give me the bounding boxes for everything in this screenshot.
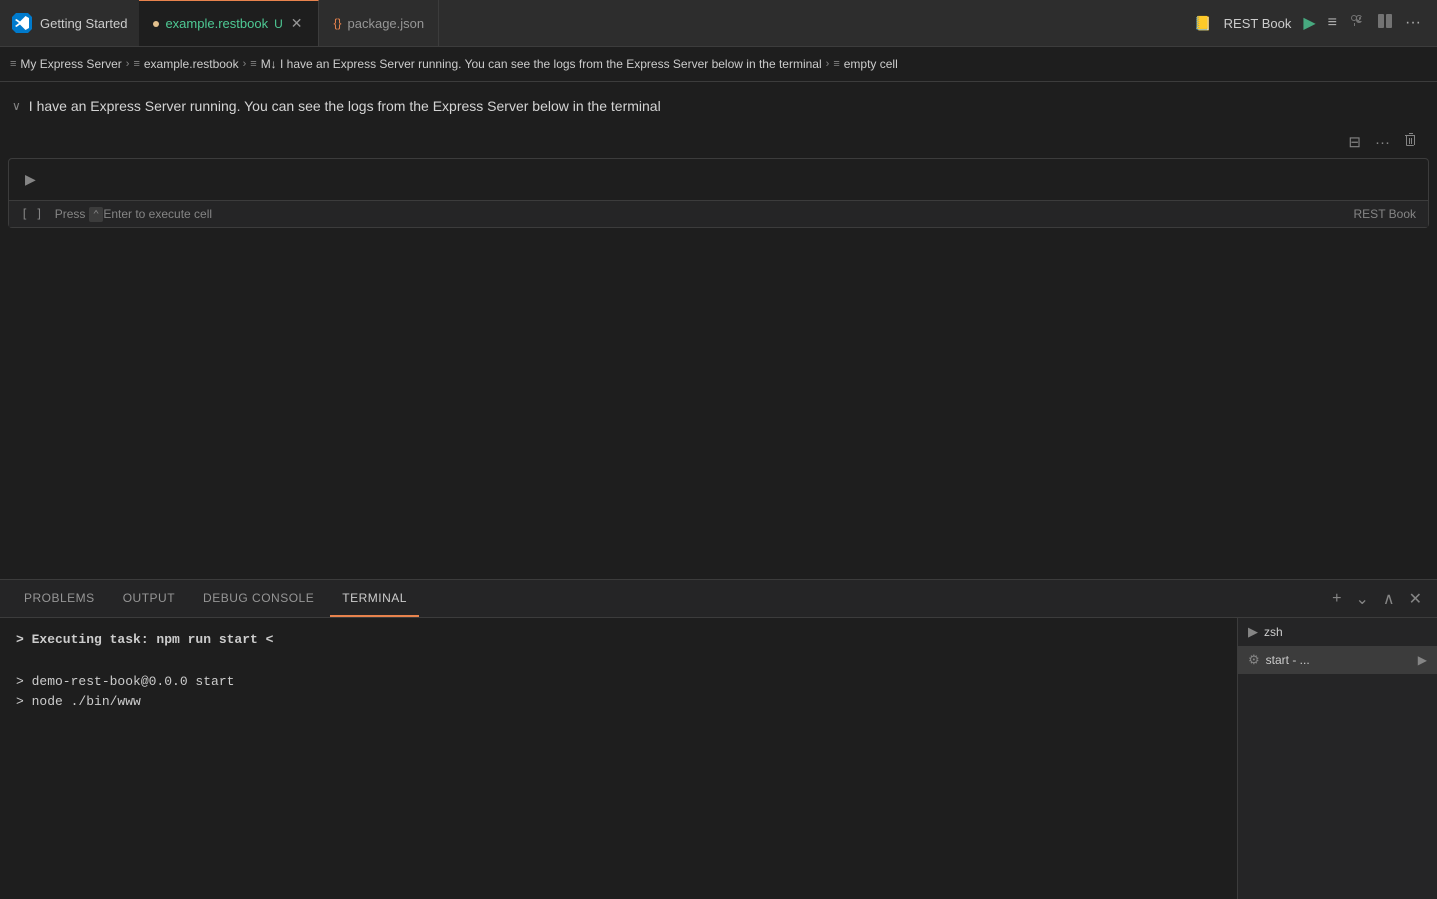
breadcrumb-label-1: My Express Server [20, 57, 121, 71]
tab-packagejson-label: package.json [348, 16, 425, 31]
bc-icon-1: ≡ [10, 58, 16, 70]
bc-icon-3: ≡ [250, 58, 256, 70]
terminal-line-3: > demo-rest-book@0.0.0 start [16, 672, 1221, 693]
cell-hint: Press ⌃Enter to execute cell [55, 207, 1354, 221]
breadcrumb-item-3[interactable]: ≡ M↓ I have an Express Server running. Y… [250, 57, 821, 71]
terminal-split-icon[interactable]: ⌄ [1352, 586, 1371, 612]
notebook-area: ∨ I have an Express Server running. You … [0, 82, 1437, 579]
cell-container: ▶ [ ] Press ⌃Enter to execute cell REST … [8, 158, 1429, 228]
breadcrumb-item-2[interactable]: ≡ example.restbook [133, 57, 238, 71]
split-cell-icon[interactable]: ⊟ [1345, 130, 1364, 154]
panel-tab-actions: + ⌄ ∧ ✕ [1329, 586, 1425, 612]
breadcrumb-item-4[interactable]: ≡ empty cell [833, 57, 897, 71]
breadcrumb-label-2: example.restbook [144, 57, 239, 71]
title-bar-right: 📒 REST Book ▶ ≡ ··· [1178, 13, 1437, 34]
breadcrumb-label-4: empty cell [844, 57, 898, 71]
breadcrumb-bar: ≡ My Express Server › ≡ example.restbook… [0, 47, 1437, 82]
rest-book-label: REST Book [1224, 16, 1292, 31]
cell-input[interactable] [52, 172, 1416, 187]
cell-footer: [ ] Press ⌃Enter to execute cell REST Bo… [9, 200, 1428, 227]
terminal-start-label: start - ... [1266, 653, 1412, 667]
tab-packagejson[interactable]: {} package.json [319, 0, 439, 46]
terminal-sidebar: ▶ zsh ⚙ start - ... ▶ [1237, 618, 1437, 899]
tab-output[interactable]: OUTPUT [111, 580, 187, 617]
run-icon[interactable]: ▶ [1303, 13, 1315, 33]
tab-modified-marker: U [274, 17, 283, 31]
section-title: I have an Express Server running. You ca… [29, 98, 661, 114]
chevron-down-icon: ∨ [12, 99, 21, 113]
title-bar: Getting Started example.restbook U ✕ {} … [0, 0, 1437, 47]
close-panel-icon[interactable]: ✕ [1406, 586, 1425, 612]
vscode-logo [12, 13, 32, 33]
breadcrumb-sep-3: › [826, 58, 830, 70]
tab-terminal[interactable]: TERMINAL [330, 580, 419, 617]
terminal-sidebar-item-start[interactable]: ⚙ start - ... ▶ [1238, 646, 1437, 674]
layout-icon[interactable] [1377, 13, 1393, 34]
add-terminal-icon[interactable]: + [1329, 587, 1344, 611]
cell-number: [ ] [21, 207, 43, 221]
run-cell-button[interactable]: ▶ [21, 167, 40, 192]
terminal-main[interactable]: > Executing task: npm run start < > demo… [0, 618, 1237, 899]
terminal-icon: ▶ [1248, 624, 1258, 640]
delete-cell-icon[interactable] [1401, 130, 1421, 154]
list-icon[interactable]: ≡ [1328, 14, 1337, 32]
breadcrumb-label-3: M↓ I have an Express Server running. You… [261, 57, 822, 71]
tab-debug-console[interactable]: DEBUG CONSOLE [191, 580, 326, 617]
tab-restbook[interactable]: example.restbook U ✕ [139, 0, 319, 46]
bc-icon-4: ≡ [833, 58, 839, 70]
task-run-icon[interactable]: ▶ [1418, 653, 1427, 667]
terminal-zsh-label: zsh [1264, 625, 1427, 639]
terminal-sidebar-item-zsh[interactable]: ▶ zsh [1238, 618, 1437, 646]
tab-packagejson-icon: {} [333, 16, 341, 30]
cell-more-icon[interactable]: ··· [1372, 131, 1393, 154]
breadcrumb-sep-2: › [243, 58, 247, 70]
panel-tabs: PROBLEMS OUTPUT DEBUG CONSOLE TERMINAL +… [0, 580, 1437, 618]
breadcrumb-item-1[interactable]: ≡ My Express Server [10, 57, 122, 71]
terminal-line-4: > node ./bin/www [16, 692, 1221, 713]
tab-restbook-close[interactable]: ✕ [289, 13, 305, 34]
tab-problems[interactable]: PROBLEMS [12, 580, 107, 617]
rest-book-icon: 📒 [1194, 15, 1211, 32]
section-header[interactable]: ∨ I have an Express Server running. You … [0, 82, 1437, 126]
branch-icon[interactable] [1349, 13, 1365, 34]
cell-type-label: REST Book [1354, 207, 1416, 221]
cell-toolbar: ⊟ ··· [0, 126, 1437, 158]
panel-content: > Executing task: npm run start < > demo… [0, 618, 1437, 899]
getting-started-label: Getting Started [40, 16, 127, 31]
title-bar-left: Getting Started [0, 13, 139, 33]
more-icon[interactable]: ··· [1405, 14, 1421, 32]
maximize-panel-icon[interactable]: ∧ [1380, 586, 1398, 612]
main-area: ∨ I have an Express Server running. You … [0, 82, 1437, 899]
tabs-area: example.restbook U ✕ {} package.json [139, 0, 1178, 46]
terminal-line-1: > Executing task: npm run start < [16, 630, 1221, 651]
panel-area: PROBLEMS OUTPUT DEBUG CONSOLE TERMINAL +… [0, 579, 1437, 899]
bc-icon-2: ≡ [133, 58, 139, 70]
task-icon: ⚙ [1248, 652, 1260, 668]
breadcrumb-sep-1: › [126, 58, 130, 70]
notebook-empty [0, 228, 1437, 579]
tab-restbook-label: example.restbook [165, 16, 268, 31]
terminal-line-2 [16, 651, 1221, 672]
tab-modified-dot [153, 21, 159, 27]
cell-run-area: ▶ [9, 159, 1428, 200]
